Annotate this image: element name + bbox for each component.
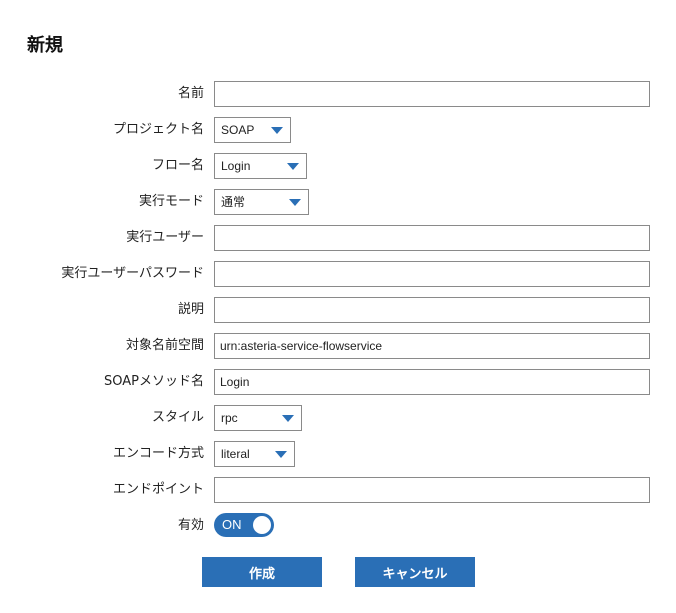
- form-row-exec-user: 実行ユーザー: [0, 225, 676, 251]
- form-row-encoding: エンコード方式 literal: [0, 441, 676, 467]
- chevron-down-icon: [271, 127, 283, 134]
- chevron-down-icon: [287, 163, 299, 170]
- enabled-label: 有効: [177, 518, 204, 533]
- enabled-toggle-state: ON: [222, 517, 242, 532]
- endpoint-label: エンドポイント: [112, 482, 204, 497]
- form-row-soap-method: SOAPメソッド名: [0, 369, 676, 395]
- flow-select-value: Login: [221, 159, 251, 173]
- style-select[interactable]: rpc: [214, 405, 302, 431]
- encoding-select-value: literal: [221, 447, 250, 461]
- form-row-description: 説明: [0, 297, 676, 323]
- endpoint-input[interactable]: [214, 477, 650, 503]
- form-row-name: 名前: [0, 81, 676, 107]
- soap-method-input[interactable]: [214, 369, 650, 395]
- exec-mode-select-value: 通常: [221, 195, 246, 209]
- project-label: プロジェクト名: [112, 122, 204, 137]
- encoding-select[interactable]: literal: [214, 441, 295, 467]
- target-namespace-label: 対象名前空間: [125, 338, 204, 353]
- form-row-enabled: 有効 ON: [0, 513, 676, 539]
- toggle-knob: [253, 516, 271, 534]
- chevron-down-icon: [275, 451, 287, 458]
- form-row-style: スタイル rpc: [0, 405, 676, 431]
- form-row-project: プロジェクト名 SOAP: [0, 117, 676, 143]
- form-row-exec-password: 実行ユーザーパスワード: [0, 261, 676, 287]
- name-label: 名前: [177, 86, 204, 101]
- exec-password-label: 実行ユーザーパスワード: [61, 266, 204, 281]
- create-button[interactable]: 作成: [202, 557, 322, 587]
- cancel-button[interactable]: キャンセル: [355, 557, 475, 587]
- description-label: 説明: [177, 302, 204, 317]
- form-row-target-namespace: 対象名前空間: [0, 333, 676, 359]
- flow-label: フロー名: [151, 158, 204, 173]
- exec-user-label: 実行ユーザー: [126, 230, 204, 245]
- target-namespace-input[interactable]: [214, 333, 650, 359]
- chevron-down-icon: [282, 415, 294, 422]
- page-title: 新規: [27, 35, 63, 56]
- project-select[interactable]: SOAP: [214, 117, 291, 143]
- flow-select[interactable]: Login: [214, 153, 307, 179]
- style-select-value: rpc: [221, 411, 238, 425]
- style-label: スタイル: [151, 410, 204, 425]
- soap-method-label: SOAPメソッド名: [104, 374, 204, 389]
- form-row-endpoint: エンドポイント: [0, 477, 676, 503]
- form-row-exec-mode: 実行モード 通常: [0, 189, 676, 215]
- enabled-toggle[interactable]: ON: [214, 513, 274, 537]
- exec-mode-label: 実行モード: [138, 194, 204, 209]
- description-input[interactable]: [214, 297, 650, 323]
- project-select-value: SOAP: [221, 123, 255, 137]
- form-row-flow: フロー名 Login: [0, 153, 676, 179]
- exec-user-input[interactable]: [214, 225, 650, 251]
- exec-password-input[interactable]: [214, 261, 650, 287]
- exec-mode-select[interactable]: 通常: [214, 189, 309, 215]
- chevron-down-icon: [289, 199, 301, 206]
- encoding-label: エンコード方式: [112, 446, 204, 461]
- name-input[interactable]: [214, 81, 650, 107]
